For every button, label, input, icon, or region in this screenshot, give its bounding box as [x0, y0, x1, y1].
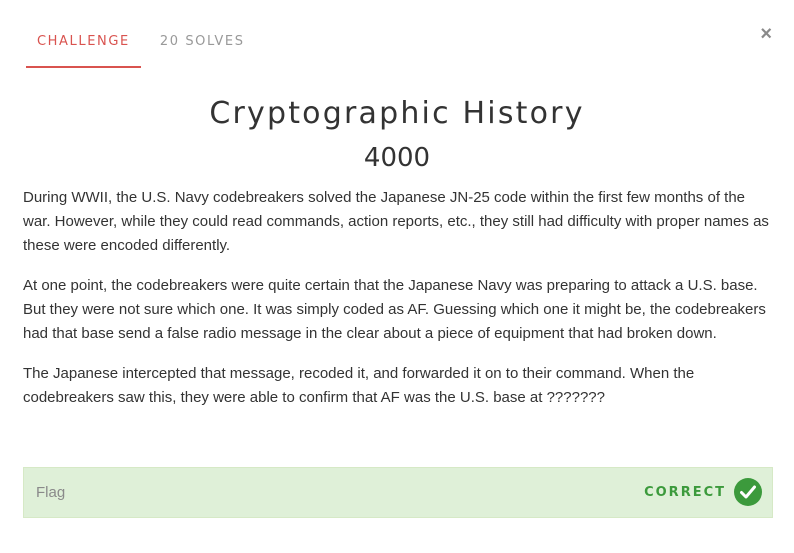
- description-paragraph: At one point, the codebreakers were quit…: [23, 277, 766, 342]
- challenge-description: During WWII, the U.S. Navy codebreakers …: [23, 186, 773, 426]
- challenge-points: 4000: [363, 143, 431, 173]
- correct-label: CORRECT: [644, 484, 726, 500]
- challenge-title: Cryptographic History: [209, 96, 585, 131]
- description-paragraph: During WWII, the U.S. Navy codebreakers …: [23, 189, 769, 254]
- checkmark-icon: [740, 485, 756, 499]
- check-circle-icon: [734, 478, 762, 506]
- close-icon: ×: [760, 23, 772, 45]
- flag-form: CORRECT: [23, 467, 773, 518]
- tab-challenge[interactable]: CHALLENGE: [26, 24, 141, 68]
- tab-solves[interactable]: 20 SOLVES: [149, 24, 256, 68]
- tab-bar: CHALLENGE 20 SOLVES: [26, 24, 256, 68]
- description-paragraph: The Japanese intercepted that message, r…: [23, 365, 695, 406]
- close-button[interactable]: ×: [760, 22, 772, 46]
- flag-input[interactable]: [36, 468, 536, 517]
- flag-status: CORRECT: [644, 478, 762, 506]
